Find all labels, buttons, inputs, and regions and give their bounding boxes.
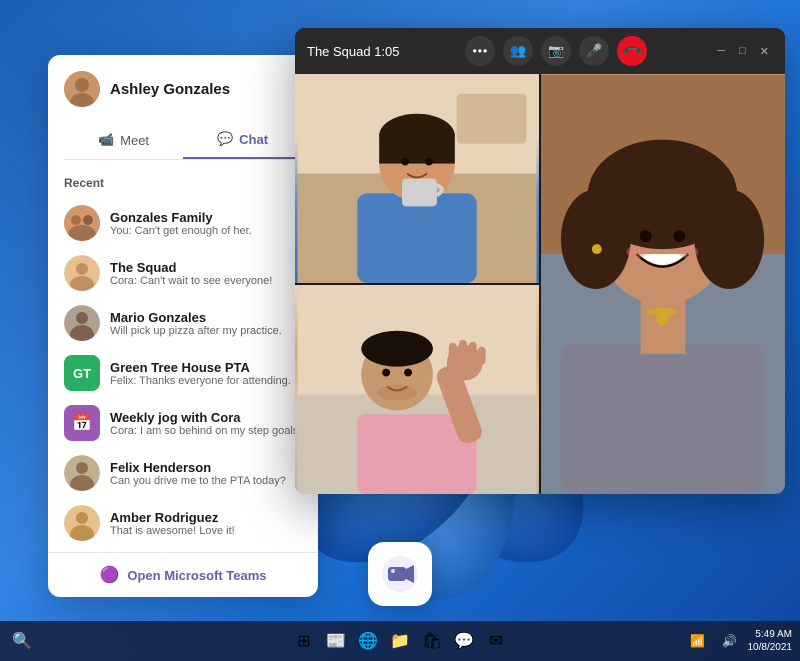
mic-toggle-button[interactable]: 🎤 (579, 36, 609, 66)
minimize-button[interactable]: ─ (713, 45, 729, 57)
user-avatar (64, 71, 100, 107)
teams-float-button[interactable] (368, 542, 432, 606)
edge-icon[interactable]: 🌐 (354, 627, 382, 655)
microphone-icon: 🎤 (586, 43, 602, 59)
start-button[interactable]: ⊞ (290, 627, 318, 655)
user-row: Ashley Gonzales (64, 71, 302, 107)
clock-date: 10/8/2021 (748, 641, 793, 654)
widgets-button[interactable]: 📰 (322, 627, 350, 655)
contact-info: The Squad Cora: Can't wait to see everyo… (110, 260, 302, 287)
tab-chat[interactable]: 💬 Chat (183, 121, 302, 159)
store-icon[interactable]: 🛍 (418, 627, 446, 655)
end-call-button[interactable]: 📞 (617, 36, 647, 66)
calendar-icon: 📅 (72, 413, 92, 433)
tabs-container: 📹 Meet 💬 Chat (64, 121, 302, 160)
avatar (64, 505, 100, 541)
video-cell-woman-smile (541, 74, 785, 494)
contact-name: Gonzales Family (110, 210, 302, 225)
contact-preview: Cora: I am so behind on my step goals. (110, 425, 302, 437)
meet-icon: 📹 (98, 132, 114, 148)
contact-info: Felix Henderson Can you drive me to the … (110, 460, 302, 487)
video-grid (295, 74, 785, 494)
contact-preview: Cora: Can't wait to see everyone! (110, 275, 302, 287)
taskbar-center: ⊞ 📰 🌐 📁 🛍 💬 ✉ (290, 627, 510, 655)
recent-label: Recent (48, 170, 318, 198)
call-controls: ••• 👥 📷 🎤 📞 (465, 36, 647, 66)
participants-button[interactable]: 👥 (503, 36, 533, 66)
list-item[interactable]: The Squad Cora: Can't wait to see everyo… (56, 248, 310, 298)
avatar (64, 305, 100, 341)
contact-info: Gonzales Family You: Can't get enough of… (110, 210, 302, 237)
contact-name: Green Tree House PTA (110, 360, 302, 375)
list-item[interactable]: Mario Gonzales Will pick up pizza after … (56, 298, 310, 348)
more-options-button[interactable]: ••• (465, 36, 495, 66)
participants-icon: 👥 (510, 43, 526, 59)
system-clock: 5:49 AM 10/8/2021 (748, 628, 793, 654)
contact-preview: That is awesome! Love it! (110, 525, 302, 537)
teams-float-icon (380, 554, 420, 594)
contact-name: Weekly jog with Cora (110, 410, 302, 425)
video-cell-man-wave (295, 285, 539, 494)
network-icon[interactable]: 📶 (684, 627, 712, 655)
taskbar: 🔍 ⊞ 📰 🌐 📁 🛍 💬 ✉ 📶 🔊 5:49 AM 10/8/2021 (0, 621, 800, 661)
taskbar-search[interactable]: 🔍 (8, 627, 36, 655)
contact-name: Felix Henderson (110, 460, 302, 475)
window-controls: ─ □ ✕ (713, 45, 773, 58)
maximize-button[interactable]: □ (735, 45, 750, 57)
list-item[interactable]: 📅 Weekly jog with Cora Cora: I am so beh… (56, 398, 310, 448)
avatar: GT (64, 355, 100, 391)
list-item[interactable]: Felix Henderson Can you drive me to the … (56, 448, 310, 498)
tab-meet[interactable]: 📹 Meet (64, 121, 183, 159)
close-button[interactable]: ✕ (756, 45, 773, 58)
user-name: Ashley Gonzales (110, 81, 230, 98)
volume-icon[interactable]: 🔊 (716, 627, 744, 655)
taskbar-left: 🔍 (8, 627, 36, 655)
clock-time: 5:49 AM (748, 628, 793, 641)
contact-list: Gonzales Family You: Can't get enough of… (48, 198, 318, 548)
contact-info: Weekly jog with Cora Cora: I am so behin… (110, 410, 302, 437)
video-call-panel: The Squad 1:05 ••• 👥 📷 🎤 📞 ─ □ ✕ (295, 28, 785, 494)
video-toggle-button[interactable]: 📷 (541, 36, 571, 66)
avatar: 📅 (64, 405, 100, 441)
file-explorer-icon[interactable]: 📁 (386, 627, 414, 655)
contact-info: Amber Rodriguez That is awesome! Love it… (110, 510, 302, 537)
contact-name: Mario Gonzales (110, 310, 302, 325)
contact-name: The Squad (110, 260, 302, 275)
chat-panel: Ashley Gonzales 📹 Meet 💬 Chat Recent (48, 55, 318, 597)
contact-info: Green Tree House PTA Felix: Thanks every… (110, 360, 302, 387)
contact-preview: Will pick up pizza after my practice. (110, 325, 302, 337)
contact-info: Mario Gonzales Will pick up pizza after … (110, 310, 302, 337)
open-teams-button[interactable]: 🟣 Open Microsoft Teams (48, 552, 318, 597)
mail-icon[interactable]: ✉ (482, 627, 510, 655)
video-camera-icon: 📷 (548, 43, 564, 59)
list-item[interactable]: Amber Rodriguez That is awesome! Love it… (56, 498, 310, 548)
list-item[interactable]: Gonzales Family You: Can't get enough of… (56, 198, 310, 248)
video-cell-woman-mug (295, 74, 539, 283)
chat-icon: 💬 (217, 131, 233, 147)
teams-taskbar-icon[interactable]: 💬 (450, 627, 478, 655)
contact-name: Amber Rodriguez (110, 510, 302, 525)
contact-preview: Can you drive me to the PTA today? (110, 475, 302, 487)
contact-preview: Felix: Thanks everyone for attending. (110, 375, 302, 387)
taskbar-right: 📶 🔊 5:49 AM 10/8/2021 (684, 627, 793, 655)
teams-icon: 🟣 (99, 565, 119, 585)
avatar-initials: GT (73, 366, 91, 381)
chat-panel-header: Ashley Gonzales 📹 Meet 💬 Chat (48, 55, 318, 160)
call-title: The Squad 1:05 (307, 44, 400, 59)
video-titlebar: The Squad 1:05 ••• 👥 📷 🎤 📞 ─ □ ✕ (295, 28, 785, 74)
contact-preview: You: Can't get enough of her. (110, 225, 302, 237)
more-dots-icon: ••• (473, 44, 489, 58)
avatar (64, 255, 100, 291)
end-call-icon: 📞 (621, 40, 644, 63)
avatar (64, 455, 100, 491)
list-item[interactable]: GT Green Tree House PTA Felix: Thanks ev… (56, 348, 310, 398)
avatar (64, 205, 100, 241)
